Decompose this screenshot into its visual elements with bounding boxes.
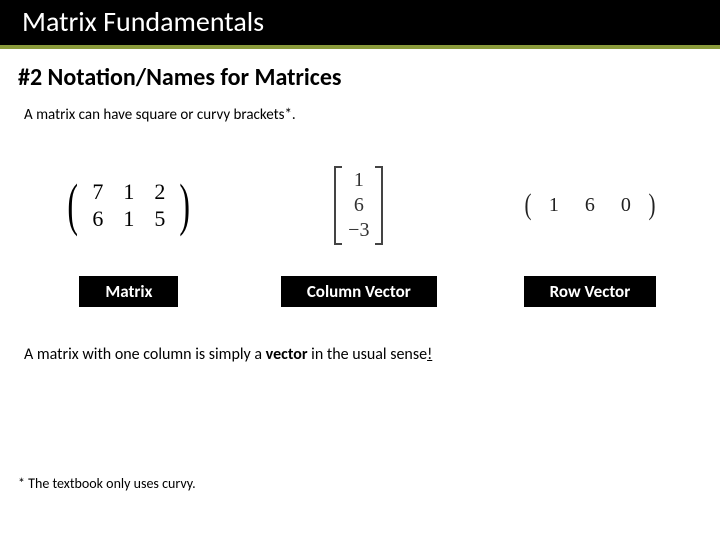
paren-right-icon: ) [180, 182, 191, 228]
column-vector-figure: 1 6 −3 [334, 160, 383, 250]
footnote-text: * The textbook only uses curvy. [18, 475, 196, 492]
row-vector-figure: ( 1 6 0 ) [523, 160, 657, 250]
bracket-right-icon [375, 166, 383, 245]
example-row-vector: ( 1 6 0 ) Row Vector [523, 160, 657, 307]
matrix-cells: 7 1 2 6 1 5 [82, 178, 175, 233]
paren-right-icon: ) [648, 193, 655, 217]
statement-text: A matrix with one column is simply a vec… [0, 327, 720, 364]
vector-cell: 1 [539, 194, 569, 217]
vector-cell: 6 [354, 193, 364, 218]
statement-suffix: in the usual sense [308, 345, 428, 364]
matrix-cell: 1 [113, 178, 144, 206]
matrix-cell: 5 [144, 205, 175, 233]
vector-cell: 0 [611, 194, 641, 217]
slide-title: Matrix Fundamentals [0, 0, 720, 49]
paren-left-icon: ( [524, 193, 531, 217]
statement-prefix: A matrix with one column is simply a [24, 345, 266, 364]
vector-cell: −3 [348, 218, 369, 243]
intro-text: A matrix can have square or curvy bracke… [0, 92, 720, 124]
column-vector-label: Column Vector [281, 276, 437, 307]
matrix-cell: 1 [113, 205, 144, 233]
underline-exclaim: ! [427, 345, 432, 364]
slide-subtitle: #2 Notation/Names for Matrices [0, 49, 720, 92]
vector-cell: 1 [354, 168, 364, 193]
matrix-cell: 2 [144, 178, 175, 206]
bracket-left-icon [334, 166, 342, 245]
matrix-cell: 6 [82, 205, 113, 233]
example-matrix: ( 7 1 2 6 1 5 ) Matrix [63, 160, 195, 307]
matrix-label: Matrix [79, 276, 178, 307]
paren-left-icon: ( [67, 182, 78, 228]
matrix-cell: 7 [82, 178, 113, 206]
example-column-vector: 1 6 −3 Column Vector [281, 160, 437, 307]
column-vector-cells: 1 6 −3 [342, 166, 375, 245]
examples-row: ( 7 1 2 6 1 5 ) Matrix 1 [0, 124, 720, 327]
matrix-figure: ( 7 1 2 6 1 5 ) [63, 160, 195, 250]
row-vector-label: Row Vector [524, 276, 657, 307]
vector-cell: 6 [575, 194, 605, 217]
statement-bold: vector [266, 345, 308, 364]
